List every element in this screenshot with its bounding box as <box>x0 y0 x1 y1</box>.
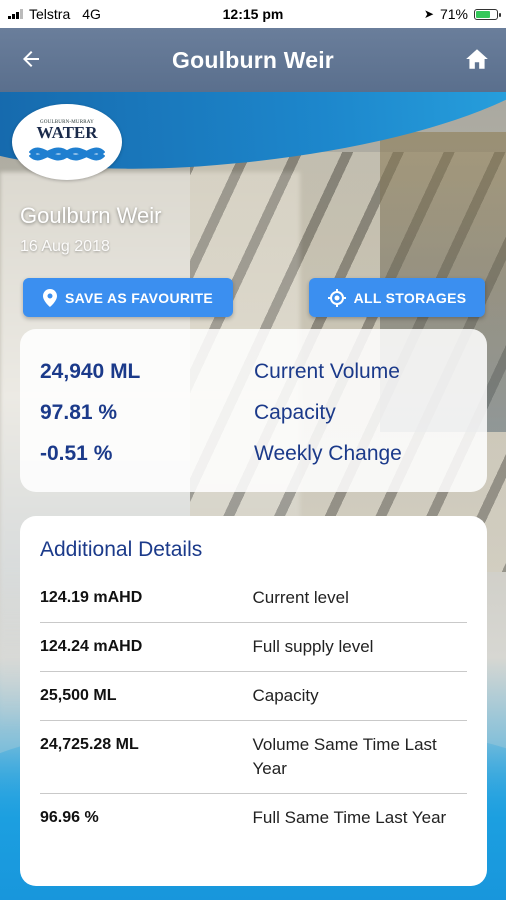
summary-card: 24,940 ML Current Volume 97.81 % Capacit… <box>20 329 487 492</box>
save-as-favourite-label: SAVE AS FAVOURITE <box>65 289 213 306</box>
additional-details-card: Additional Details 124.19 mAHD Current l… <box>20 516 487 886</box>
detail-row-volume-last-year: 24,725.28 ML Volume Same Time Last Year <box>40 721 467 794</box>
back-arrow-icon <box>23 51 39 67</box>
detail-value: 24,725.28 ML <box>40 736 139 753</box>
detail-value: 96.96 % <box>40 809 99 826</box>
detail-label: Current level <box>252 588 349 607</box>
summary-row-current-volume: 24,940 ML Current Volume <box>40 351 469 392</box>
detail-label: Full Same Time Last Year <box>252 808 447 827</box>
goulburn-murray-water-logo: GOULBURN-MURRAY WATER <box>12 104 122 180</box>
detail-label: Volume Same Time Last Year <box>252 735 437 778</box>
detail-row-full-last-year: 96.96 % Full Same Time Last Year <box>40 794 467 842</box>
battery-fill <box>476 10 491 18</box>
logo-waves-icon <box>29 147 105 160</box>
detail-label: Full supply level <box>252 637 374 656</box>
current-volume-label: Current Volume <box>254 359 400 383</box>
battery-icon <box>474 8 501 20</box>
page-title: Goulburn Weir <box>172 46 334 73</box>
battery-percent: 71% <box>439 6 468 22</box>
save-as-favourite-button[interactable]: SAVE AS FAVOURITE <box>23 278 233 317</box>
capacity-value: 97.81 % <box>40 400 118 424</box>
carrier-label: Telstra <box>29 6 71 22</box>
detail-value: 25,500 ML <box>40 687 117 704</box>
network-label: 4G <box>82 6 101 22</box>
home-button[interactable] <box>462 44 492 74</box>
map-pin-icon <box>43 288 57 307</box>
detail-value: 124.19 mAHD <box>40 589 143 606</box>
target-icon <box>327 288 346 307</box>
weekly-change-label: Weekly Change <box>254 441 402 465</box>
logo-word: WATER <box>36 122 98 142</box>
back-button[interactable] <box>16 44 46 74</box>
location-arrow-icon: ➤ <box>423 7 434 21</box>
weekly-change-value: -0.51 % <box>40 441 113 465</box>
detail-row-current-level: 124.19 mAHD Current level <box>40 574 467 623</box>
capacity-label: Capacity <box>254 400 336 424</box>
current-volume-value: 24,940 ML <box>40 359 141 383</box>
status-right: ➤ 71% <box>423 6 501 22</box>
status-bar: Telstra 4G 12:15 pm ➤ 71% <box>0 0 506 28</box>
detail-label: Capacity <box>252 686 319 705</box>
home-icon <box>466 49 488 69</box>
all-storages-label: ALL STORAGES <box>353 289 467 306</box>
detail-row-full-supply-level: 124.24 mAHD Full supply level <box>40 623 467 672</box>
summary-row-capacity: 97.81 % Capacity <box>40 392 469 433</box>
site-name: Goulburn Weir <box>20 203 162 228</box>
additional-details-title: Additional Details <box>40 538 203 561</box>
all-storages-button[interactable]: ALL STORAGES <box>309 278 485 317</box>
detail-row-capacity: 25,500 ML Capacity <box>40 672 467 721</box>
status-left: Telstra 4G <box>8 6 101 22</box>
summary-row-weekly-change: -0.51 % Weekly Change <box>40 433 469 474</box>
signal-icon <box>8 9 23 19</box>
detail-value: 124.24 mAHD <box>40 638 143 655</box>
site-date: 16 Aug 2018 <box>20 238 110 255</box>
app-header: Goulburn Weir <box>0 28 506 92</box>
